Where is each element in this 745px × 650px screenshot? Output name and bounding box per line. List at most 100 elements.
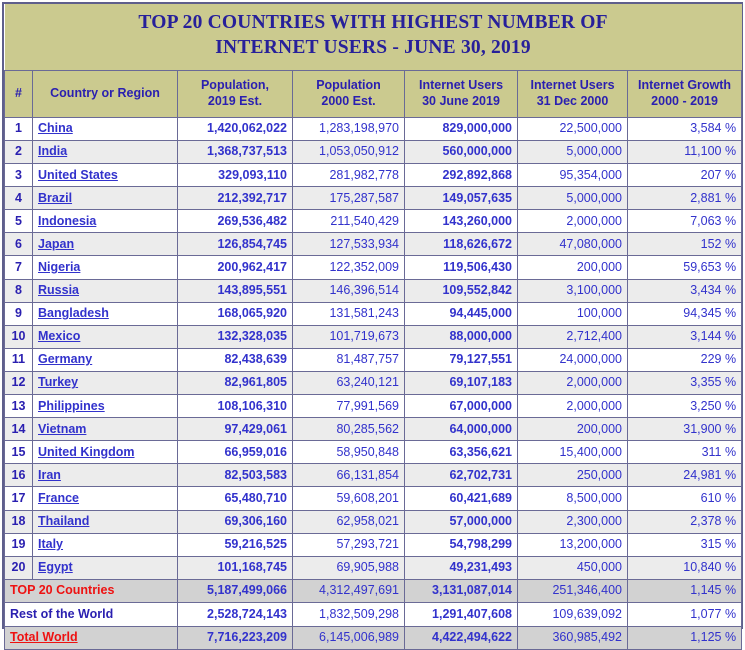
cell-pop2019: 1,420,062,022 [177, 116, 293, 142]
cell-pop2019: 65,480,710 [177, 486, 293, 511]
country-link[interactable]: Brazil [38, 191, 72, 205]
cell-pop2019: 269,536,482 [177, 209, 293, 234]
column-header-line-2: 31 Dec 2000 [536, 93, 609, 108]
cell-summary-pop2000: 4,312,497,691 [292, 578, 405, 604]
column-header-5: Internet Users 31 Dec 2000 [517, 69, 628, 118]
table-row: 16 Iran 82,503,583 66,131,854 62,702,731 250,… [4, 463, 743, 488]
cell-pop2019: 212,392,717 [177, 186, 293, 211]
cell-growth: 3,355 % [626, 370, 743, 396]
cell-pop2019: 126,854,745 [177, 232, 293, 257]
column-header-2: Population, 2019 Est. [177, 69, 293, 118]
table-row: 15 United Kingdom 66,959,016 58,950,848 63,3… [4, 440, 743, 465]
table-row: 9 Bangladesh 168,065,920 131,581,243 94,445,… [4, 301, 743, 326]
cell-pop2019: 82,503,583 [177, 463, 293, 488]
cell-rank: 10 [4, 324, 33, 349]
cell-pop2000: 281,982,778 [292, 163, 405, 188]
cell-users2019: 69,107,183 [404, 370, 518, 396]
cell-users2019: 94,445,000 [404, 301, 518, 326]
table-row: 13 Philippines 108,106,310 77,991,569 67,000… [4, 394, 743, 419]
summary-label-text[interactable]: Total World [10, 630, 78, 644]
cell-pop2000: 80,285,562 [292, 417, 405, 442]
cell-summary-pop2019: 7,716,223,209 [177, 625, 293, 650]
cell-country: Egypt [32, 555, 178, 580]
country-link[interactable]: Egypt [38, 560, 73, 574]
cell-summary-pop2019: 2,528,724,143 [177, 602, 293, 627]
cell-users2019: 143,260,000 [404, 209, 518, 234]
cell-users2019: 560,000,000 [404, 139, 518, 165]
country-link[interactable]: United Kingdom [38, 445, 135, 459]
table-row: 6 Japan 126,854,745 127,533,934 118,626,672 4… [4, 232, 743, 257]
cell-pop2019: 101,168,745 [177, 555, 293, 580]
internet-users-table-frame: TOP 20 COUNTRIES WITH HIGHEST NUMBER OF … [2, 2, 743, 650]
cell-users2000: 250,000 [517, 463, 628, 488]
cell-pop2000: 69,905,988 [292, 555, 405, 580]
cell-growth: 7,063 % [626, 209, 743, 234]
country-link[interactable]: Nigeria [38, 260, 80, 274]
cell-pop2000: 146,396,514 [292, 278, 405, 303]
cell-pop2000: 101,719,673 [292, 324, 405, 349]
cell-growth: 311 % [626, 440, 743, 465]
internet-users-table: TOP 20 COUNTRIES WITH HIGHEST NUMBER OF … [4, 4, 743, 650]
cell-pop2019: 82,961,805 [177, 370, 293, 396]
country-link[interactable]: Iran [38, 468, 61, 482]
cell-users2000: 2,000,000 [517, 209, 628, 234]
country-link[interactable]: Bangladesh [38, 306, 109, 320]
cell-rank: 2 [4, 139, 33, 165]
cell-pop2000: 77,991,569 [292, 394, 405, 419]
column-header-line-1: # [15, 86, 22, 101]
table-row: 3 United States 329,093,110 281,982,778 292,… [4, 163, 743, 188]
summary-label-text: Rest of the World [10, 606, 114, 621]
cell-users2019: 62,702,731 [404, 463, 518, 488]
cell-country: Bangladesh [32, 301, 178, 326]
country-link[interactable]: Philippines [38, 399, 105, 413]
country-link[interactable]: Germany [38, 352, 92, 366]
cell-users2019: 88,000,000 [404, 324, 518, 349]
cell-country: Nigeria [32, 255, 178, 280]
table-title-row: TOP 20 COUNTRIES WITH HIGHEST NUMBER OF … [4, 4, 742, 71]
cell-pop2000: 57,293,721 [292, 532, 405, 557]
table-title-line-2: INTERNET USERS - JUNE 30, 2019 [215, 36, 531, 58]
cell-country: Thailand [32, 509, 178, 534]
cell-users2000: 13,200,000 [517, 532, 628, 557]
cell-rank: 8 [4, 278, 33, 303]
cell-rank: 11 [4, 347, 33, 372]
cell-pop2000: 62,958,021 [292, 509, 405, 534]
country-link[interactable]: Mexico [38, 329, 80, 343]
cell-growth: 59,653 % [626, 255, 743, 280]
cell-growth: 11,100 % [626, 139, 743, 165]
cell-summary-users2000: 109,639,092 [517, 602, 628, 627]
cell-country: Philippines [32, 394, 178, 419]
cell-pop2000: 58,950,848 [292, 440, 405, 465]
cell-users2000: 8,500,000 [517, 486, 628, 511]
cell-rank: 13 [4, 394, 33, 419]
country-link[interactable]: Russia [38, 283, 79, 297]
cell-users2019: 109,552,842 [404, 278, 518, 303]
cell-users2000: 200,000 [517, 255, 628, 280]
country-link[interactable]: United States [38, 168, 118, 182]
cell-pop2019: 168,065,920 [177, 301, 293, 326]
country-link[interactable]: Indonesia [38, 214, 96, 228]
country-link[interactable]: India [38, 144, 67, 158]
table-row: 12 Turkey 82,961,805 63,240,121 69,107,183 2,… [4, 370, 743, 396]
country-link[interactable]: Thailand [38, 514, 89, 528]
column-header-6: Internet Growth 2000 - 2019 [626, 69, 743, 118]
cell-pop2019: 59,216,525 [177, 532, 293, 557]
cell-country: Mexico [32, 324, 178, 349]
column-header-3: Population 2000 Est. [292, 69, 405, 118]
country-link[interactable]: Italy [38, 537, 63, 551]
cell-rank: 12 [4, 370, 33, 396]
table-row: 4 Brazil 212,392,717 175,287,587 149,057,635… [4, 186, 743, 211]
country-link[interactable]: China [38, 121, 73, 135]
cell-pop2000: 1,053,050,912 [292, 139, 405, 165]
table-row: 20 Egypt 101,168,745 69,905,988 49,231,493 45… [4, 555, 743, 580]
country-link[interactable]: Turkey [38, 375, 78, 389]
country-link[interactable]: Vietnam [38, 422, 86, 436]
cell-growth: 24,981 % [626, 463, 743, 488]
column-header-row: # Country or Region Population, 2019 Est. Po… [4, 69, 743, 118]
country-link[interactable]: Japan [38, 237, 74, 251]
summary-row: Total World 7,716,223,209 6,145,006,989 4,4… [4, 625, 743, 650]
country-link[interactable]: France [38, 491, 79, 505]
cell-rank: 9 [4, 301, 33, 326]
cell-growth: 229 % [626, 347, 743, 372]
cell-pop2019: 132,328,035 [177, 324, 293, 349]
